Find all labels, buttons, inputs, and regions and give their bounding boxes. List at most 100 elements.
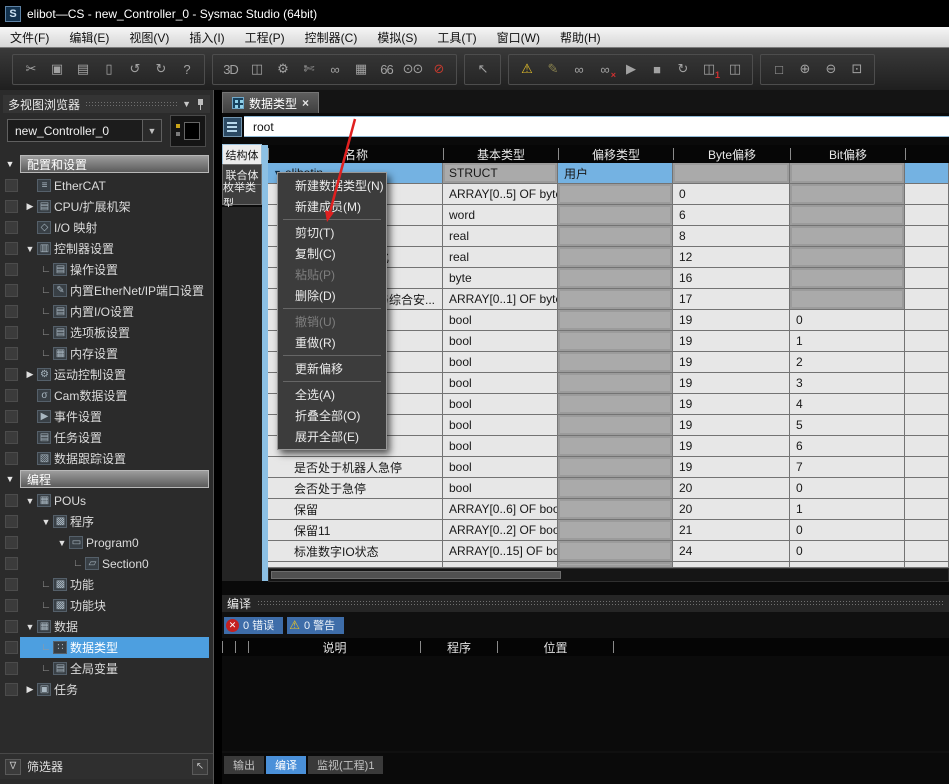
cell-byte-offset[interactable]: 20 (673, 478, 790, 499)
cell-offset-type[interactable] (558, 184, 673, 205)
context-menu-item-更新偏移[interactable]: 更新偏移 (278, 358, 386, 379)
cell-base-type[interactable]: bool (443, 352, 558, 373)
chevron-right-icon[interactable]: ▶ (24, 201, 36, 212)
context-menu-item-新建数据类型(N)[interactable]: 新建数据类型(N) (278, 175, 386, 196)
export-window-icon[interactable]: ◫ (245, 57, 268, 81)
cell-offset-type[interactable] (558, 373, 673, 394)
cell-base-type[interactable]: ARRAY[0..15] OF bool (443, 541, 558, 562)
filter-edit-icon[interactable]: ↖ (192, 759, 208, 775)
warnings-badge[interactable]: ⚠ 0 警告 (287, 617, 344, 634)
program-mode-icon[interactable]: ■ (645, 57, 668, 81)
cell-offset-type[interactable] (558, 205, 673, 226)
chevron-down-icon[interactable]: ▼ (0, 474, 20, 484)
sidebar-item-任务设置[interactable]: ▤任务设置 (0, 427, 211, 448)
sidebar-item-操作设置[interactable]: ∟▤操作设置 (0, 259, 211, 280)
undo-icon[interactable]: ↺ (123, 57, 146, 81)
sidebar-item-事件设置[interactable]: ▶事件设置 (0, 406, 211, 427)
cell-byte-offset[interactable]: 0 (673, 184, 790, 205)
sidebar-item-数据类型[interactable]: ∟∷数据类型 (0, 637, 211, 658)
menu-item-工具T[interactable]: 工具(T) (427, 27, 486, 47)
cut-icon[interactable]: ✂ (19, 57, 42, 81)
cell-offset-type[interactable] (558, 394, 673, 415)
offline-edit-icon[interactable]: ✎ (541, 57, 564, 81)
cell-base-type[interactable]: byte (443, 268, 558, 289)
column-header-Bit偏移[interactable]: Bit偏移 (790, 148, 905, 160)
category-tab-结构体[interactable]: 结构体 (222, 144, 262, 165)
column-header-偏移类型[interactable]: 偏移类型 (558, 148, 673, 160)
sidebar-item-任务[interactable]: ▶▣任务 (0, 679, 211, 700)
cell-bit-offset[interactable]: 0 (790, 310, 905, 331)
delete-icon[interactable]: ▯ (97, 57, 120, 81)
cell-offset-type[interactable] (558, 352, 673, 373)
cell-bit-offset[interactable]: 1 (790, 499, 905, 520)
cell-base-type[interactable]: bool (443, 415, 558, 436)
abort-icon[interactable]: ⊘ (427, 57, 450, 81)
monitor-glasses-icon[interactable]: ∞ (567, 57, 590, 81)
cell-offset-type[interactable] (558, 478, 673, 499)
cell-bit-offset[interactable]: 0 (790, 541, 905, 562)
cell-byte-offset[interactable]: 21 (673, 520, 790, 541)
cell-byte-offset[interactable]: 19 (673, 352, 790, 373)
cell-byte-offset[interactable]: 19 (673, 415, 790, 436)
cell-base-type[interactable]: bool (443, 457, 558, 478)
cell-base-type[interactable]: bool (443, 394, 558, 415)
help-page-icon[interactable]: ? (175, 57, 198, 81)
cell-bit-offset[interactable] (790, 205, 905, 226)
sidebar-item-全局变量[interactable]: ∟▤全局变量 (0, 658, 211, 679)
context-menu-item-重做(R)[interactable]: 重做(R) (278, 332, 386, 353)
fit-frame-icon[interactable]: □ (767, 57, 790, 81)
cell-bit-offset[interactable] (790, 289, 905, 310)
cell-base-type[interactable]: bool (443, 478, 558, 499)
cell-name[interactable]: 是否处于机器人急停 (268, 457, 443, 478)
cell-offset-type[interactable] (558, 268, 673, 289)
column-header-名称[interactable]: 名称 (268, 148, 443, 160)
chevron-down-icon[interactable]: ▼ (56, 538, 68, 548)
copy-icon[interactable]: ▣ (45, 57, 68, 81)
cell-byte-offset[interactable]: 19 (673, 436, 790, 457)
sidebar-item-Program0[interactable]: ▼▭Program0 (0, 532, 211, 553)
chevron-down-icon[interactable]: ▼ (40, 517, 52, 527)
zoom-in-icon[interactable]: ⊕ (793, 57, 816, 81)
context-menu-item-折叠全部(O)[interactable]: 折叠全部(O) (278, 405, 386, 426)
cell-offset-type[interactable] (558, 310, 673, 331)
cell-bit-offset[interactable]: 0 (790, 520, 905, 541)
chevron-down-icon[interactable]: ▼ (182, 99, 191, 109)
sidebar-item-Cam数据设置[interactable]: σCam数据设置 (0, 385, 211, 406)
sidebar-item-内置EtherNet/IP端口设置[interactable]: ∟✎内置EtherNet/IP端口设置 (0, 280, 211, 301)
cell-byte-offset[interactable]: 8 (673, 226, 790, 247)
sidebar-item-功能块[interactable]: ∟▩功能块 (0, 595, 211, 616)
scrollbar-thumb[interactable] (271, 571, 561, 579)
tree-section-编程[interactable]: ▼编程 (0, 469, 211, 489)
cell-byte-offset[interactable]: 17 (673, 289, 790, 310)
menu-item-视图V[interactable]: 视图(V) (119, 27, 179, 47)
io-links-icon[interactable]: 66 (375, 57, 398, 81)
cell-bit-offset[interactable]: 0 (790, 478, 905, 499)
sidebar-item-内存设置[interactable]: ∟▦内存设置 (0, 343, 211, 364)
cell-byte-offset[interactable] (673, 163, 790, 184)
transfer-to-controller-icon[interactable]: ◫1 (697, 57, 720, 81)
build-tool-icon[interactable]: ⚙ (271, 57, 294, 81)
cell-base-type[interactable]: real (443, 247, 558, 268)
cell-name[interactable]: 保留 (268, 499, 443, 520)
cell-bit-offset[interactable] (790, 184, 905, 205)
cell-base-type[interactable]: STRUCT (443, 163, 558, 184)
cell-byte-offset[interactable]: 19 (673, 331, 790, 352)
bottom-tab-监视(工程)1[interactable]: 监视(工程)1 (308, 756, 383, 774)
chevron-down-icon[interactable]: ▼ (24, 496, 36, 506)
sidebar-item-I/O 映射[interactable]: ◇I/O 映射 (0, 217, 211, 238)
sidebar-item-数据跟踪设置[interactable]: ▧数据跟踪设置 (0, 448, 211, 469)
sidebar-item-数据[interactable]: ▼▦数据 (0, 616, 211, 637)
cell-bit-offset[interactable]: 3 (790, 373, 905, 394)
cell-offset-type[interactable] (558, 226, 673, 247)
context-menu-item-剪切(T)[interactable]: 剪切(T) (278, 222, 386, 243)
horizontal-scrollbar[interactable] (268, 568, 949, 582)
cell-base-type[interactable]: ARRAY[0..6] OF bool (443, 499, 558, 520)
watch-glasses-icon[interactable]: ∞ (323, 57, 346, 81)
cell-base-type[interactable]: ARRAY[0..5] OF byte (443, 184, 558, 205)
cell-bit-offset[interactable]: 5 (790, 415, 905, 436)
redo-icon[interactable]: ↻ (149, 57, 172, 81)
cell-name[interactable]: 会否处于急停 (268, 478, 443, 499)
cell-bit-offset[interactable] (790, 247, 905, 268)
cell-bit-offset[interactable]: 6 (790, 436, 905, 457)
cell-offset-type[interactable] (558, 331, 673, 352)
